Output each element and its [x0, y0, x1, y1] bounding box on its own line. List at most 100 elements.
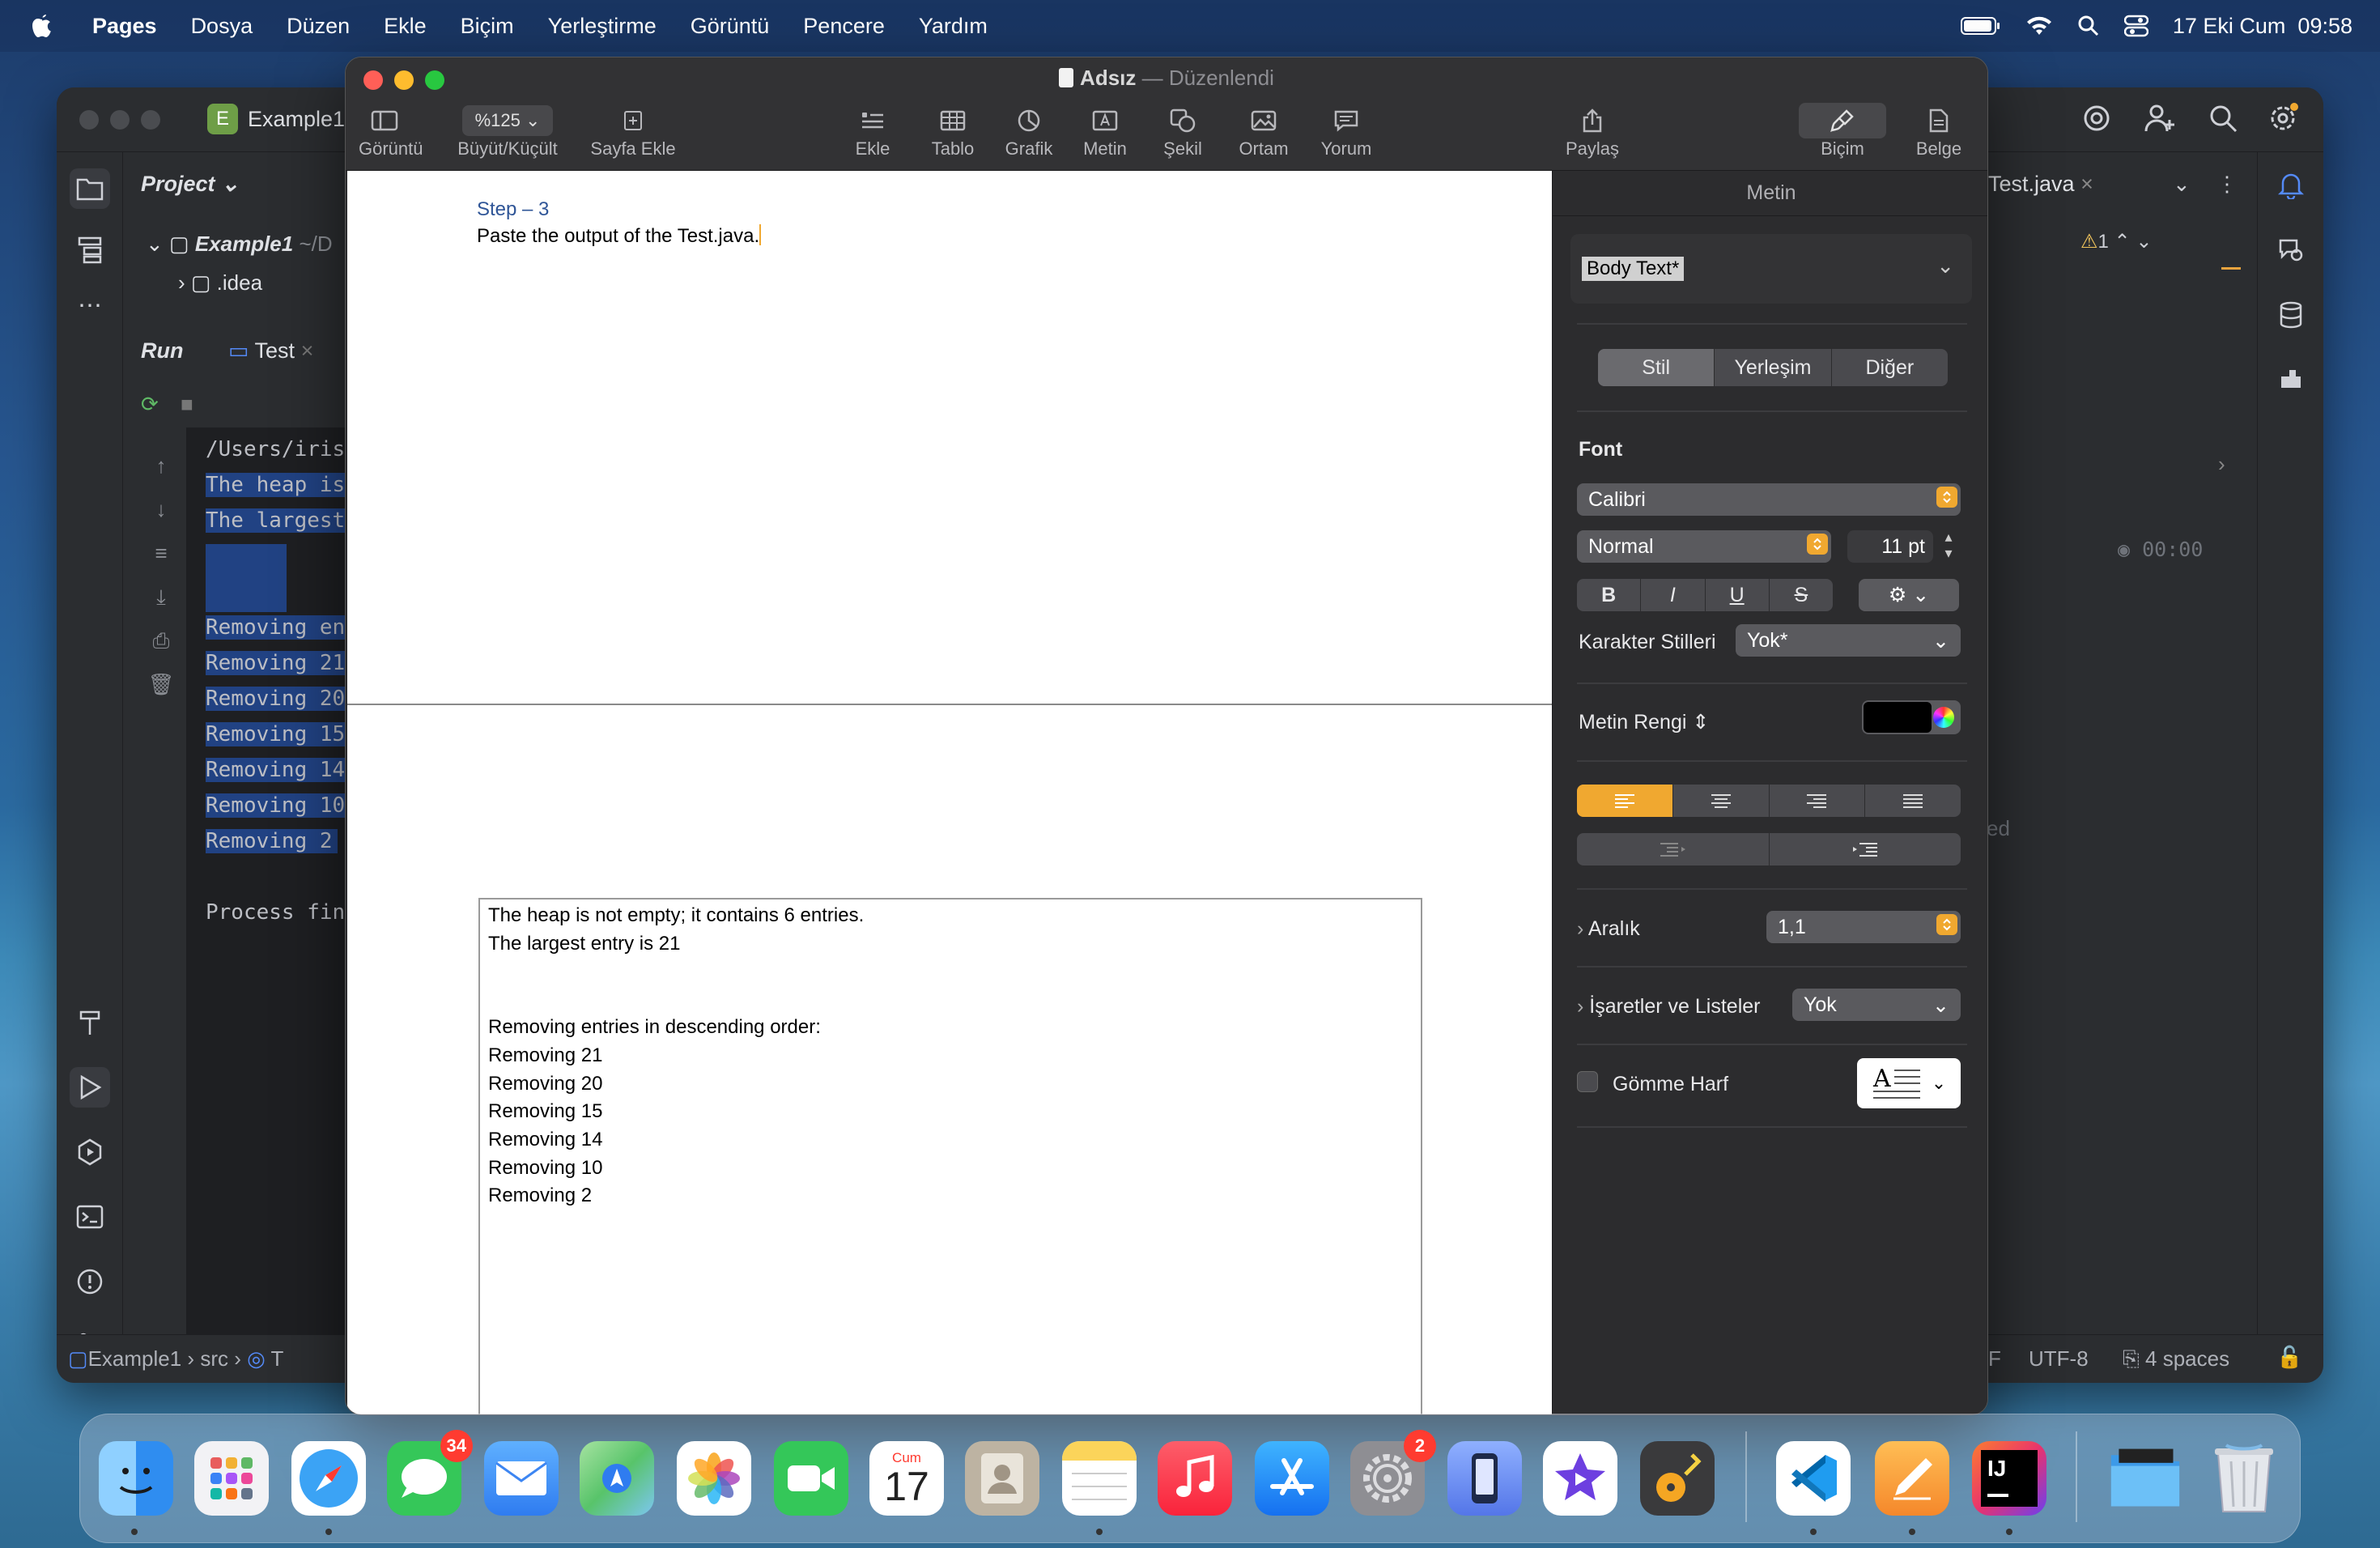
insert-button[interactable]: Ekle: [844, 103, 901, 159]
align-center-icon[interactable]: [1673, 785, 1770, 817]
dock-app-store[interactable]: [1255, 1441, 1329, 1516]
dock-contacts[interactable]: [965, 1441, 1039, 1516]
ide-window-controls[interactable]: [79, 110, 172, 134]
soft-wrap-icon[interactable]: ≡: [141, 531, 181, 575]
more-tools-icon[interactable]: ⋯: [70, 285, 110, 325]
warnings-indicator[interactable]: ⚠1 ⌃ ⌄: [2080, 230, 2152, 253]
tab-list-chevron-icon[interactable]: ⌄: [2173, 172, 2191, 197]
dock-maps[interactable]: [580, 1441, 654, 1516]
menu-app-name[interactable]: Pages: [92, 14, 157, 39]
media-button[interactable]: Ortam: [1231, 103, 1296, 159]
font-size-stepper[interactable]: ▴ ▾: [1938, 529, 1959, 564]
align-justify-icon[interactable]: [1865, 785, 1961, 817]
bullets-select[interactable]: Yok ⌄: [1792, 989, 1961, 1021]
spacing-select[interactable]: 1,1: [1766, 911, 1961, 943]
menubar-clock[interactable]: 17 Eki Cum 09:58: [2173, 14, 2352, 39]
dock-notes[interactable]: [1062, 1441, 1137, 1516]
dock-folder[interactable]: [2108, 1441, 2182, 1516]
scroll-up-icon[interactable]: ↑: [141, 444, 181, 487]
zoom-control[interactable]: %125 ⌄ Büyüt/Küçült: [451, 103, 564, 159]
add-page-button[interactable]: Sayfa Ekle: [580, 103, 686, 159]
tab-yerlesim[interactable]: Yerleşim: [1715, 349, 1832, 386]
chart-button[interactable]: Grafik: [998, 103, 1060, 159]
tree-idea-folder[interactable]: › ▢ .idea: [178, 270, 262, 296]
control-center-icon[interactable]: [2123, 15, 2148, 37]
scroll-down-icon[interactable]: ↓: [141, 487, 181, 531]
menu-goruntu[interactable]: Görüntü: [691, 14, 770, 39]
prev-warning-icon[interactable]: ⌃: [2114, 231, 2131, 253]
terminal-icon[interactable]: [70, 1197, 110, 1237]
text-color-label[interactable]: Metin Rengi ⇕: [1579, 710, 1709, 734]
bold-button[interactable]: B: [1577, 579, 1642, 611]
dock-intellij[interactable]: IJ: [1972, 1441, 2046, 1516]
dock-vscode[interactable]: [1776, 1441, 1851, 1516]
ai-chat-icon[interactable]: [2271, 230, 2311, 270]
align-left-icon[interactable]: [1577, 785, 1673, 817]
ai-assistant-icon[interactable]: [2080, 102, 2113, 134]
menu-duzen[interactable]: Düzen: [287, 14, 350, 39]
status-breadcrumb[interactable]: ▢Example1 › src › ◎ T: [68, 1346, 283, 1372]
ide-search-icon[interactable]: [2207, 102, 2239, 134]
dock-messages[interactable]: 34: [387, 1430, 473, 1516]
spotlight-search-icon[interactable]: [2077, 15, 2100, 37]
step-body-text[interactable]: Paste the output of the Test.java.: [477, 224, 762, 248]
project-folder-icon[interactable]: [70, 168, 110, 209]
menu-dosya[interactable]: Dosya: [191, 14, 253, 39]
clear-trash-icon[interactable]: 🗑: [141, 662, 181, 706]
decrease-indent-icon[interactable]: [1577, 833, 1770, 865]
shape-button[interactable]: Şekil: [1152, 103, 1213, 159]
bullets-lists-section[interactable]: › İşaretler ve Listeler: [1577, 995, 1760, 1019]
font-size-field[interactable]: 11 pt: [1847, 530, 1933, 563]
italic-button[interactable]: I: [1641, 579, 1706, 611]
spacing-section[interactable]: › Aralık: [1577, 917, 1640, 941]
dock-system-settings[interactable]: 2: [1350, 1430, 1436, 1516]
menu-yardim[interactable]: Yardım: [919, 14, 988, 39]
lock-icon[interactable]: 🔓: [2276, 1345, 2302, 1370]
format-button[interactable]: Biçim: [1798, 103, 1887, 159]
font-family-select[interactable]: Calibri: [1577, 483, 1961, 516]
dock-imovie[interactable]: [1543, 1441, 1617, 1516]
advanced-options-gear-icon[interactable]: ⚙ ⌄: [1859, 579, 1959, 611]
output-text-box[interactable]: The heap is not empty; it contains 6 ent…: [478, 898, 1422, 1414]
dock-mail[interactable]: [484, 1441, 559, 1516]
dock-safari[interactable]: [291, 1441, 366, 1516]
underline-button[interactable]: U: [1706, 579, 1770, 611]
expand-chevron-icon[interactable]: ›: [2218, 452, 2225, 477]
color-wheel-icon[interactable]: [1933, 707, 1954, 728]
align-right-icon[interactable]: [1770, 785, 1866, 817]
dock-facetime[interactable]: [774, 1441, 848, 1516]
dock-finder[interactable]: [99, 1441, 173, 1516]
menu-bicim[interactable]: Biçim: [461, 14, 514, 39]
step-heading[interactable]: Step – 3: [477, 198, 549, 221]
dock-launchpad[interactable]: [194, 1441, 269, 1516]
ide-project-name[interactable]: Example1: [248, 107, 345, 132]
apple-menu-icon[interactable]: [31, 13, 53, 39]
services-icon[interactable]: [70, 1132, 110, 1172]
dock-garageband[interactable]: [1640, 1441, 1715, 1516]
view-button[interactable]: Görüntü: [359, 103, 423, 159]
rerun-icon[interactable]: ⟳: [141, 392, 159, 416]
battery-icon[interactable]: [1960, 16, 2001, 36]
status-indent[interactable]: ⎘ 4 spaces: [2123, 1346, 2229, 1372]
database-icon[interactable]: [2271, 295, 2311, 335]
wifi-icon[interactable]: [2025, 15, 2053, 36]
menu-pencere[interactable]: Pencere: [803, 14, 885, 39]
table-button[interactable]: Tablo: [922, 103, 984, 159]
status-encoding[interactable]: UTF-8: [2029, 1346, 2089, 1372]
character-styles-select[interactable]: Yok* ⌄: [1736, 624, 1961, 657]
stop-icon[interactable]: ■: [181, 392, 193, 416]
structure-icon[interactable]: [70, 230, 110, 270]
tab-stil[interactable]: Stil: [1598, 349, 1715, 386]
build-hammer-icon[interactable]: [70, 1002, 110, 1043]
print-icon[interactable]: ⎙: [141, 619, 181, 662]
next-warning-icon[interactable]: ⌄: [2136, 231, 2152, 253]
project-panel-title[interactable]: Project ⌄: [141, 172, 240, 197]
dock-trash[interactable]: [2207, 1441, 2281, 1516]
document-canvas[interactable]: Step – 3 Paste the output of the Test.ja…: [347, 171, 1552, 1414]
dock-calendar[interactable]: Cum 17: [869, 1441, 944, 1516]
dock-pages[interactable]: [1875, 1441, 1949, 1516]
notifications-bell-icon[interactable]: [2271, 165, 2311, 206]
share-button[interactable]: Paylaş: [1560, 103, 1625, 159]
dock-photos[interactable]: [677, 1441, 751, 1516]
tree-root[interactable]: ⌄ ▢ Example1 ~/D: [146, 232, 333, 257]
